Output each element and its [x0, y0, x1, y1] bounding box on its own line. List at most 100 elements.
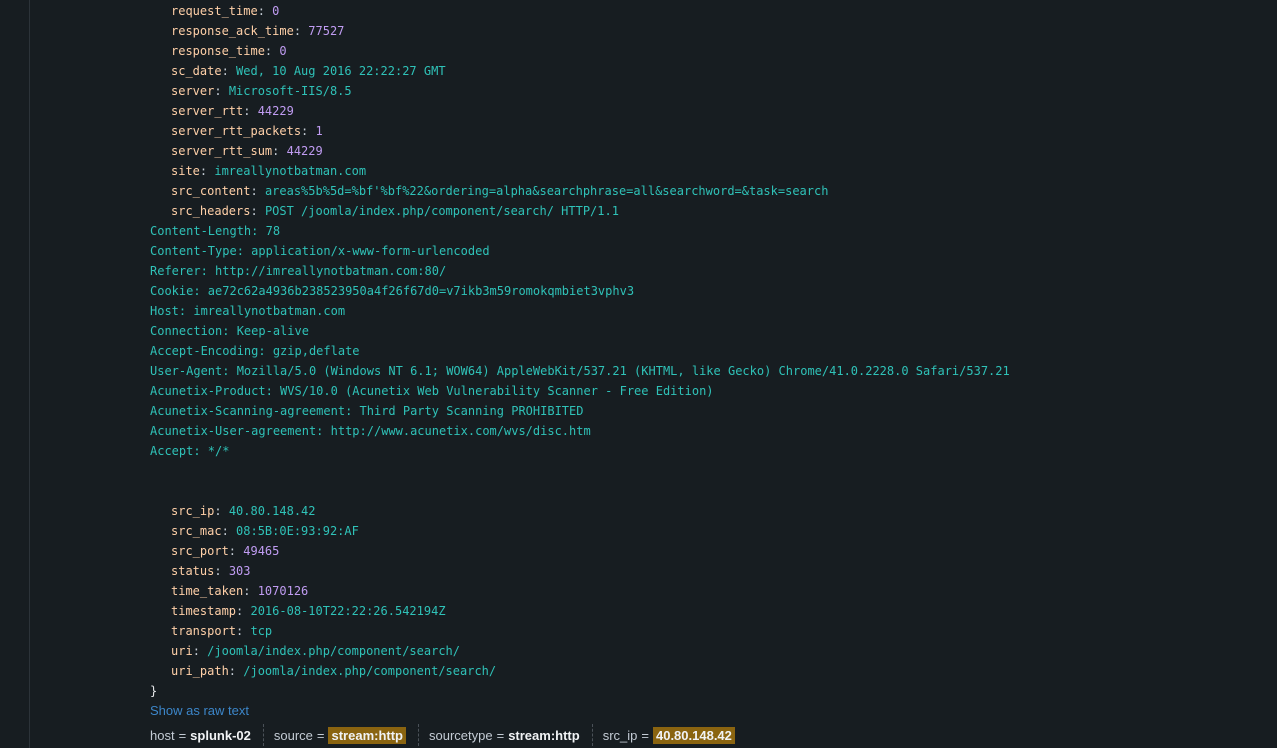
field-colon: :: [272, 144, 287, 158]
meta-equals: =: [641, 727, 649, 743]
json-field-server-rtt-sum: server_rtt_sum: 44229: [171, 141, 323, 161]
field-colon: :: [301, 124, 316, 138]
field-colon: :: [236, 604, 251, 618]
src-headers-line: Acunetix-Product: WVS/10.0 (Acunetix Web…: [150, 384, 714, 398]
field-key: server_rtt_sum: [171, 144, 273, 158]
field-colon: :: [214, 84, 229, 98]
field-key: status: [171, 564, 215, 578]
meta-equals: =: [496, 727, 505, 743]
meta-item-source[interactable]: source = stream:http: [274, 724, 419, 746]
field-value[interactable]: tcp: [250, 624, 272, 638]
field-value[interactable]: 49465: [243, 544, 279, 558]
src-headers-line: Content-Type: application/x-www-form-url…: [150, 244, 490, 258]
src-headers-line: Connection: Keep-alive: [150, 324, 309, 338]
field-value[interactable]: imreallynotbatman.com: [214, 164, 366, 178]
field-colon: :: [243, 584, 258, 598]
field-key: transport: [171, 624, 237, 638]
field-value[interactable]: 44229: [258, 104, 294, 118]
field-key: src_headers: [171, 204, 251, 218]
meta-equals: =: [178, 727, 187, 743]
field-colon: :: [214, 504, 229, 518]
field-value[interactable]: 77527: [308, 24, 344, 38]
field-value[interactable]: 303: [229, 564, 251, 578]
json-field-time-taken: time_taken: 1070126: [171, 581, 308, 601]
json-field-site: site: imreallynotbatman.com: [171, 161, 366, 181]
show-as-raw-text-link[interactable]: Show as raw text: [150, 701, 249, 721]
field-colon: :: [214, 564, 229, 578]
field-colon: :: [293, 24, 309, 38]
meta-item-sourcetype[interactable]: sourcetype = stream:http: [429, 724, 593, 746]
field-key: uri_path: [171, 664, 229, 678]
json-field-src-mac: src_mac: 08:5B:0E:93:92:AF: [171, 521, 359, 541]
json-field-transport: transport: tcp: [171, 621, 272, 641]
meta-value[interactable]: stream:http: [508, 728, 580, 743]
field-colon: :: [228, 544, 244, 558]
meta-key: host: [150, 727, 175, 743]
field-key: src_content: [171, 184, 251, 198]
meta-key: source: [273, 727, 313, 743]
field-key: sc_date: [171, 64, 222, 78]
json-field-server-rtt: server_rtt: 44229: [171, 101, 294, 121]
field-colon: :: [221, 64, 237, 78]
field-value[interactable]: 44229: [287, 144, 323, 158]
json-field-src-port: src_port: 49465: [171, 541, 279, 561]
json-field-request-time: request_time: 0: [171, 1, 279, 21]
field-key: uri: [171, 644, 193, 658]
field-key: server_rtt_packets: [171, 124, 302, 138]
field-key: response_ack_time: [171, 24, 294, 38]
field-value[interactable]: 2016-08-10T22:22:26.542194Z: [250, 604, 445, 618]
field-colon: :: [228, 664, 244, 678]
field-key: response_time: [171, 44, 265, 58]
field-key: time_taken: [171, 584, 244, 598]
field-value[interactable]: 0: [272, 4, 279, 18]
event-metadata-bar: host = splunk-02 source = stream:http sourcety…: [150, 724, 757, 746]
meta-item-src-ip[interactable]: src_ip = 40.80.148.42: [603, 724, 747, 746]
field-value[interactable]: 0: [279, 44, 286, 58]
field-value[interactable]: /joomla/index.php/component/search/: [207, 644, 460, 658]
meta-item-host[interactable]: host = splunk-02: [150, 724, 264, 746]
field-colon: :: [243, 104, 258, 118]
field-value[interactable]: 40.80.148.42: [229, 504, 316, 518]
field-value[interactable]: /joomla/index.php/component/search/: [243, 664, 496, 678]
field-key: src_port: [171, 544, 229, 558]
field-value[interactable]: POST /joomla/index.php/component/search/…: [265, 204, 619, 218]
meta-value[interactable]: stream:http: [328, 726, 406, 744]
src-headers-line: Accept: */*: [150, 444, 230, 458]
json-field-response-ack-time: response_ack_time: 77527: [171, 21, 344, 41]
field-value[interactable]: Microsoft-IIS/8.5: [229, 84, 352, 98]
field-key: timestamp: [171, 604, 237, 618]
meta-key: src_ip: [602, 727, 638, 743]
json-field-timestamp: timestamp: 2016-08-10T22:22:26.542194Z: [171, 601, 446, 621]
event-gutter: [0, 0, 30, 748]
json-field-response-time: response_time: 0: [171, 41, 287, 61]
json-field-src-ip: src_ip: 40.80.148.42: [171, 501, 316, 521]
field-value[interactable]: areas%5b%5d=%bf'%bf%22&ordering=alpha&se…: [265, 184, 829, 198]
src-headers-line: Cookie: ae72c62a4936b238523950a4f26f67d0…: [150, 284, 635, 298]
src-headers-line: Content-Length: 78: [150, 224, 281, 238]
field-colon: :: [250, 184, 265, 198]
field-key: src_ip: [171, 504, 215, 518]
src-headers-line: Host: imreallynotbatman.com: [150, 304, 346, 318]
field-value[interactable]: 1070126: [258, 584, 309, 598]
json-field-sc-date: sc_date: Wed, 10 Aug 2016 22:22:27 GMT: [171, 61, 446, 81]
field-key: server_rtt: [171, 104, 244, 118]
json-field-server-rtt-packets: server_rtt_packets: 1: [171, 121, 323, 141]
field-colon: :: [250, 204, 265, 218]
src-headers-line: Acunetix-Scanning-agreement: Third Party…: [150, 404, 584, 418]
meta-value[interactable]: 40.80.148.42: [652, 726, 735, 744]
meta-key: sourcetype: [429, 727, 493, 743]
field-colon: :: [221, 524, 237, 538]
field-value[interactable]: 08:5B:0E:93:92:AF: [236, 524, 359, 538]
meta-value[interactable]: splunk-02: [190, 728, 251, 743]
field-key: server: [171, 84, 215, 98]
src-headers-line: User-Agent: Mozilla/5.0 (Windows NT 6.1;…: [150, 364, 1010, 378]
src-headers-line: Accept-Encoding: gzip,deflate: [150, 344, 360, 358]
field-key: src_mac: [171, 524, 222, 538]
field-colon: :: [236, 624, 251, 638]
field-value[interactable]: 1: [316, 124, 323, 138]
json-field-server: server: Microsoft-IIS/8.5: [171, 81, 352, 101]
field-value[interactable]: Wed, 10 Aug 2016 22:22:27 GMT: [236, 64, 446, 78]
src-headers-line: Referer: http://imreallynotbatman.com:80…: [150, 264, 447, 278]
json-field-src-content: src_content: areas%5b%5d=%bf'%bf%22&orde…: [171, 181, 828, 201]
field-key: site: [171, 164, 200, 178]
